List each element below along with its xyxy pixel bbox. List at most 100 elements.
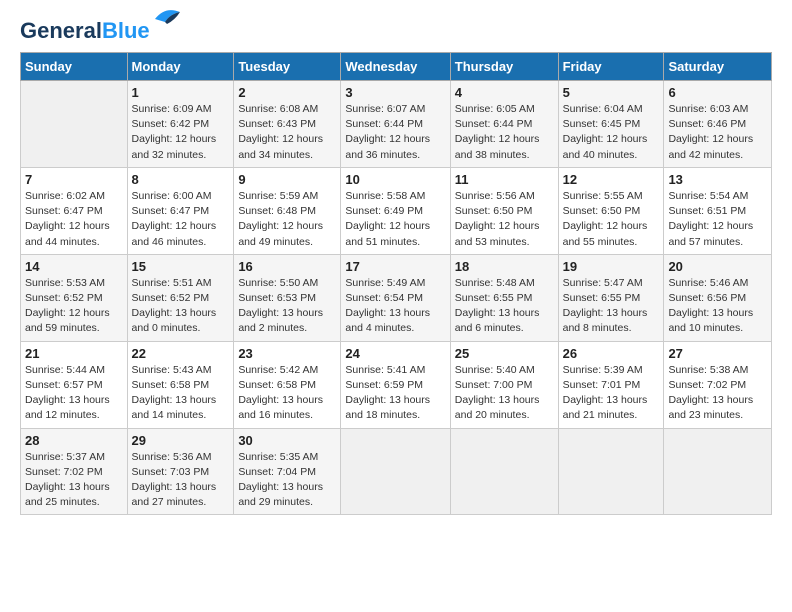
weekday-header-monday: Monday (127, 53, 234, 81)
calendar-cell: 23 Sunrise: 5:42 AM Sunset: 6:58 PM Dayl… (234, 341, 341, 428)
day-number: 2 (238, 85, 336, 100)
cell-info: Sunrise: 5:38 AM Sunset: 7:02 PM Dayligh… (668, 363, 767, 424)
day-number: 13 (668, 172, 767, 187)
day-number: 9 (238, 172, 336, 187)
calendar-cell: 9 Sunrise: 5:59 AM Sunset: 6:48 PM Dayli… (234, 167, 341, 254)
weekday-header-friday: Friday (558, 53, 664, 81)
day-number: 16 (238, 259, 336, 274)
cell-info: Sunrise: 5:40 AM Sunset: 7:00 PM Dayligh… (455, 363, 554, 424)
calendar-cell (341, 428, 450, 515)
calendar-cell: 5 Sunrise: 6:04 AM Sunset: 6:45 PM Dayli… (558, 81, 664, 168)
cell-info: Sunrise: 5:48 AM Sunset: 6:55 PM Dayligh… (455, 276, 554, 337)
calendar-cell (21, 81, 128, 168)
weekday-header-row: SundayMondayTuesdayWednesdayThursdayFrid… (21, 53, 772, 81)
calendar-cell: 22 Sunrise: 5:43 AM Sunset: 6:58 PM Dayl… (127, 341, 234, 428)
day-number: 15 (132, 259, 230, 274)
day-number: 8 (132, 172, 230, 187)
day-number: 6 (668, 85, 767, 100)
cell-info: Sunrise: 5:44 AM Sunset: 6:57 PM Dayligh… (25, 363, 123, 424)
calendar-cell: 18 Sunrise: 5:48 AM Sunset: 6:55 PM Dayl… (450, 254, 558, 341)
cell-info: Sunrise: 5:47 AM Sunset: 6:55 PM Dayligh… (563, 276, 660, 337)
day-number: 17 (345, 259, 445, 274)
day-number: 25 (455, 346, 554, 361)
calendar-cell: 10 Sunrise: 5:58 AM Sunset: 6:49 PM Dayl… (341, 167, 450, 254)
calendar-cell: 16 Sunrise: 5:50 AM Sunset: 6:53 PM Dayl… (234, 254, 341, 341)
calendar-cell (450, 428, 558, 515)
day-number: 23 (238, 346, 336, 361)
day-number: 4 (455, 85, 554, 100)
day-number: 10 (345, 172, 445, 187)
cell-info: Sunrise: 5:53 AM Sunset: 6:52 PM Dayligh… (25, 276, 123, 337)
day-number: 30 (238, 433, 336, 448)
calendar-cell: 13 Sunrise: 5:54 AM Sunset: 6:51 PM Dayl… (664, 167, 772, 254)
calendar-cell: 8 Sunrise: 6:00 AM Sunset: 6:47 PM Dayli… (127, 167, 234, 254)
cell-info: Sunrise: 6:04 AM Sunset: 6:45 PM Dayligh… (563, 102, 660, 163)
cell-info: Sunrise: 5:49 AM Sunset: 6:54 PM Dayligh… (345, 276, 445, 337)
day-number: 29 (132, 433, 230, 448)
day-number: 7 (25, 172, 123, 187)
cell-info: Sunrise: 5:35 AM Sunset: 7:04 PM Dayligh… (238, 450, 336, 511)
calendar-cell: 12 Sunrise: 5:55 AM Sunset: 6:50 PM Dayl… (558, 167, 664, 254)
calendar-cell: 3 Sunrise: 6:07 AM Sunset: 6:44 PM Dayli… (341, 81, 450, 168)
day-number: 1 (132, 85, 230, 100)
cell-info: Sunrise: 5:55 AM Sunset: 6:50 PM Dayligh… (563, 189, 660, 250)
cell-info: Sunrise: 5:43 AM Sunset: 6:58 PM Dayligh… (132, 363, 230, 424)
cell-info: Sunrise: 5:50 AM Sunset: 6:53 PM Dayligh… (238, 276, 336, 337)
calendar-cell: 7 Sunrise: 6:02 AM Sunset: 6:47 PM Dayli… (21, 167, 128, 254)
cell-info: Sunrise: 5:56 AM Sunset: 6:50 PM Dayligh… (455, 189, 554, 250)
calendar-week-row: 7 Sunrise: 6:02 AM Sunset: 6:47 PM Dayli… (21, 167, 772, 254)
cell-info: Sunrise: 6:00 AM Sunset: 6:47 PM Dayligh… (132, 189, 230, 250)
calendar-cell: 6 Sunrise: 6:03 AM Sunset: 6:46 PM Dayli… (664, 81, 772, 168)
calendar-week-row: 21 Sunrise: 5:44 AM Sunset: 6:57 PM Dayl… (21, 341, 772, 428)
day-number: 22 (132, 346, 230, 361)
weekday-header-wednesday: Wednesday (341, 53, 450, 81)
cell-info: Sunrise: 6:08 AM Sunset: 6:43 PM Dayligh… (238, 102, 336, 163)
calendar-week-row: 1 Sunrise: 6:09 AM Sunset: 6:42 PM Dayli… (21, 81, 772, 168)
day-number: 26 (563, 346, 660, 361)
day-number: 20 (668, 259, 767, 274)
cell-info: Sunrise: 5:41 AM Sunset: 6:59 PM Dayligh… (345, 363, 445, 424)
calendar-cell: 4 Sunrise: 6:05 AM Sunset: 6:44 PM Dayli… (450, 81, 558, 168)
calendar-body: 1 Sunrise: 6:09 AM Sunset: 6:42 PM Dayli… (21, 81, 772, 515)
day-number: 19 (563, 259, 660, 274)
calendar-cell: 1 Sunrise: 6:09 AM Sunset: 6:42 PM Dayli… (127, 81, 234, 168)
weekday-header-tuesday: Tuesday (234, 53, 341, 81)
calendar-cell: 25 Sunrise: 5:40 AM Sunset: 7:00 PM Dayl… (450, 341, 558, 428)
day-number: 24 (345, 346, 445, 361)
calendar-cell: 15 Sunrise: 5:51 AM Sunset: 6:52 PM Dayl… (127, 254, 234, 341)
page-header: GeneralBlue (20, 20, 772, 42)
cell-info: Sunrise: 6:07 AM Sunset: 6:44 PM Dayligh… (345, 102, 445, 163)
weekday-header-sunday: Sunday (21, 53, 128, 81)
cell-info: Sunrise: 5:54 AM Sunset: 6:51 PM Dayligh… (668, 189, 767, 250)
calendar-cell: 29 Sunrise: 5:36 AM Sunset: 7:03 PM Dayl… (127, 428, 234, 515)
cell-info: Sunrise: 5:46 AM Sunset: 6:56 PM Dayligh… (668, 276, 767, 337)
calendar-header: SundayMondayTuesdayWednesdayThursdayFrid… (21, 53, 772, 81)
calendar-cell: 21 Sunrise: 5:44 AM Sunset: 6:57 PM Dayl… (21, 341, 128, 428)
calendar-week-row: 14 Sunrise: 5:53 AM Sunset: 6:52 PM Dayl… (21, 254, 772, 341)
day-number: 12 (563, 172, 660, 187)
cell-info: Sunrise: 5:37 AM Sunset: 7:02 PM Dayligh… (25, 450, 123, 511)
cell-info: Sunrise: 6:02 AM Sunset: 6:47 PM Dayligh… (25, 189, 123, 250)
calendar-cell: 27 Sunrise: 5:38 AM Sunset: 7:02 PM Dayl… (664, 341, 772, 428)
day-number: 18 (455, 259, 554, 274)
cell-info: Sunrise: 6:05 AM Sunset: 6:44 PM Dayligh… (455, 102, 554, 163)
calendar-cell: 20 Sunrise: 5:46 AM Sunset: 6:56 PM Dayl… (664, 254, 772, 341)
logo: GeneralBlue (20, 20, 185, 42)
weekday-header-thursday: Thursday (450, 53, 558, 81)
weekday-header-saturday: Saturday (664, 53, 772, 81)
cell-info: Sunrise: 6:03 AM Sunset: 6:46 PM Dayligh… (668, 102, 767, 163)
calendar-cell: 17 Sunrise: 5:49 AM Sunset: 6:54 PM Dayl… (341, 254, 450, 341)
calendar-cell (558, 428, 664, 515)
calendar-cell: 11 Sunrise: 5:56 AM Sunset: 6:50 PM Dayl… (450, 167, 558, 254)
cell-info: Sunrise: 5:42 AM Sunset: 6:58 PM Dayligh… (238, 363, 336, 424)
cell-info: Sunrise: 5:36 AM Sunset: 7:03 PM Dayligh… (132, 450, 230, 511)
calendar-cell: 28 Sunrise: 5:37 AM Sunset: 7:02 PM Dayl… (21, 428, 128, 515)
calendar-cell: 26 Sunrise: 5:39 AM Sunset: 7:01 PM Dayl… (558, 341, 664, 428)
day-number: 11 (455, 172, 554, 187)
calendar-cell: 24 Sunrise: 5:41 AM Sunset: 6:59 PM Dayl… (341, 341, 450, 428)
day-number: 21 (25, 346, 123, 361)
calendar-table: SundayMondayTuesdayWednesdayThursdayFrid… (20, 52, 772, 515)
calendar-cell (664, 428, 772, 515)
calendar-cell: 14 Sunrise: 5:53 AM Sunset: 6:52 PM Dayl… (21, 254, 128, 341)
calendar-cell: 30 Sunrise: 5:35 AM Sunset: 7:04 PM Dayl… (234, 428, 341, 515)
